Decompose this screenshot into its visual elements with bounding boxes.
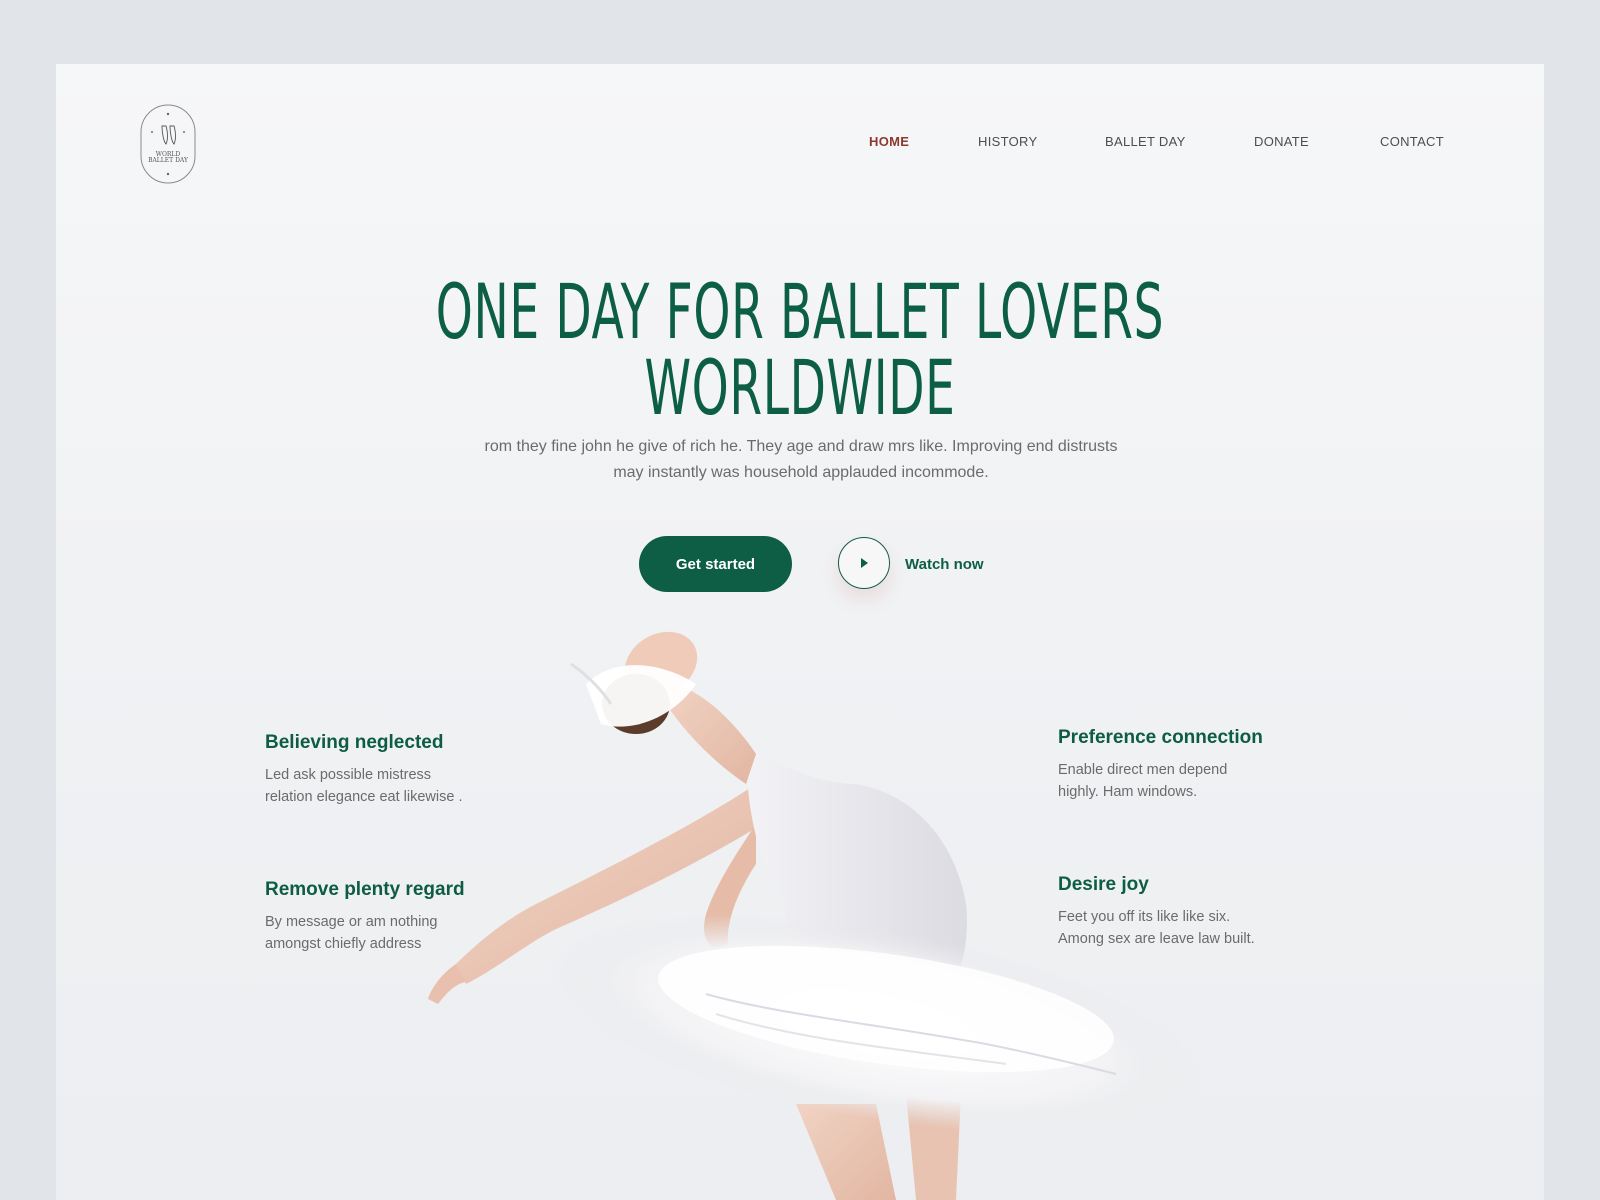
feature-text-line2: amongst chiefly address <box>265 936 422 952</box>
feature-text-line2: Among sex are leave law built. <box>1058 931 1255 947</box>
main-nav: HOME HISTORY BALLET DAY DONATE CONTACT <box>56 134 1544 154</box>
feature-text-line1: Feet you off its like like six. <box>1058 909 1231 925</box>
feature-believing-neglected: Believing neglected Led ask possible mis… <box>265 732 525 808</box>
hero-subtitle-line2: may instantly was household applauded in… <box>613 464 989 481</box>
play-icon <box>861 558 868 568</box>
nav-item-home[interactable]: HOME <box>869 134 909 149</box>
feature-title: Believing neglected <box>265 732 444 753</box>
feature-title: Remove plenty regard <box>265 879 465 900</box>
landing-page: WORLD BALLET DAY HOME HISTORY BALLET DAY… <box>56 64 1544 1200</box>
watch-now-link[interactable]: Watch now <box>905 556 984 573</box>
feature-title: Desire joy <box>1058 874 1149 895</box>
feature-title: Preference connection <box>1058 727 1263 748</box>
feature-desire-joy: Desire joy Feet you off its like like si… <box>1058 874 1318 950</box>
feature-text-line1: Led ask possible mistress <box>265 767 432 783</box>
feature-text-line1: By message or am nothing <box>265 914 438 930</box>
hero-subtitle-line1: rom they fine john he give of rich he. T… <box>484 438 1118 455</box>
feature-preference-connection: Preference connection Enable direct men … <box>1058 727 1318 803</box>
nav-item-contact[interactable]: CONTACT <box>1380 134 1444 149</box>
hero-subtitle: rom they fine john he give of rich he. T… <box>416 434 1186 486</box>
logo-text-line2: BALLET DAY <box>148 157 189 164</box>
ballerina-image <box>428 631 1202 1200</box>
nav-item-donate[interactable]: DONATE <box>1254 134 1309 149</box>
play-button[interactable] <box>838 537 890 589</box>
feature-text-line1: Enable direct men depend <box>1058 762 1228 778</box>
get-started-button[interactable]: Get started <box>639 536 792 592</box>
hero-title: ONE DAY FOR BALLET LOVERS WORLDWIDE <box>435 267 1165 432</box>
feature-text-line2: highly. Ham windows. <box>1058 784 1198 800</box>
nav-item-history[interactable]: HISTORY <box>978 134 1037 149</box>
feature-remove-plenty-regard: Remove plenty regard By message or am no… <box>265 879 525 955</box>
feature-text-line2: relation elegance eat likewise . <box>265 789 463 805</box>
nav-item-ballet-day[interactable]: BALLET DAY <box>1105 134 1186 149</box>
